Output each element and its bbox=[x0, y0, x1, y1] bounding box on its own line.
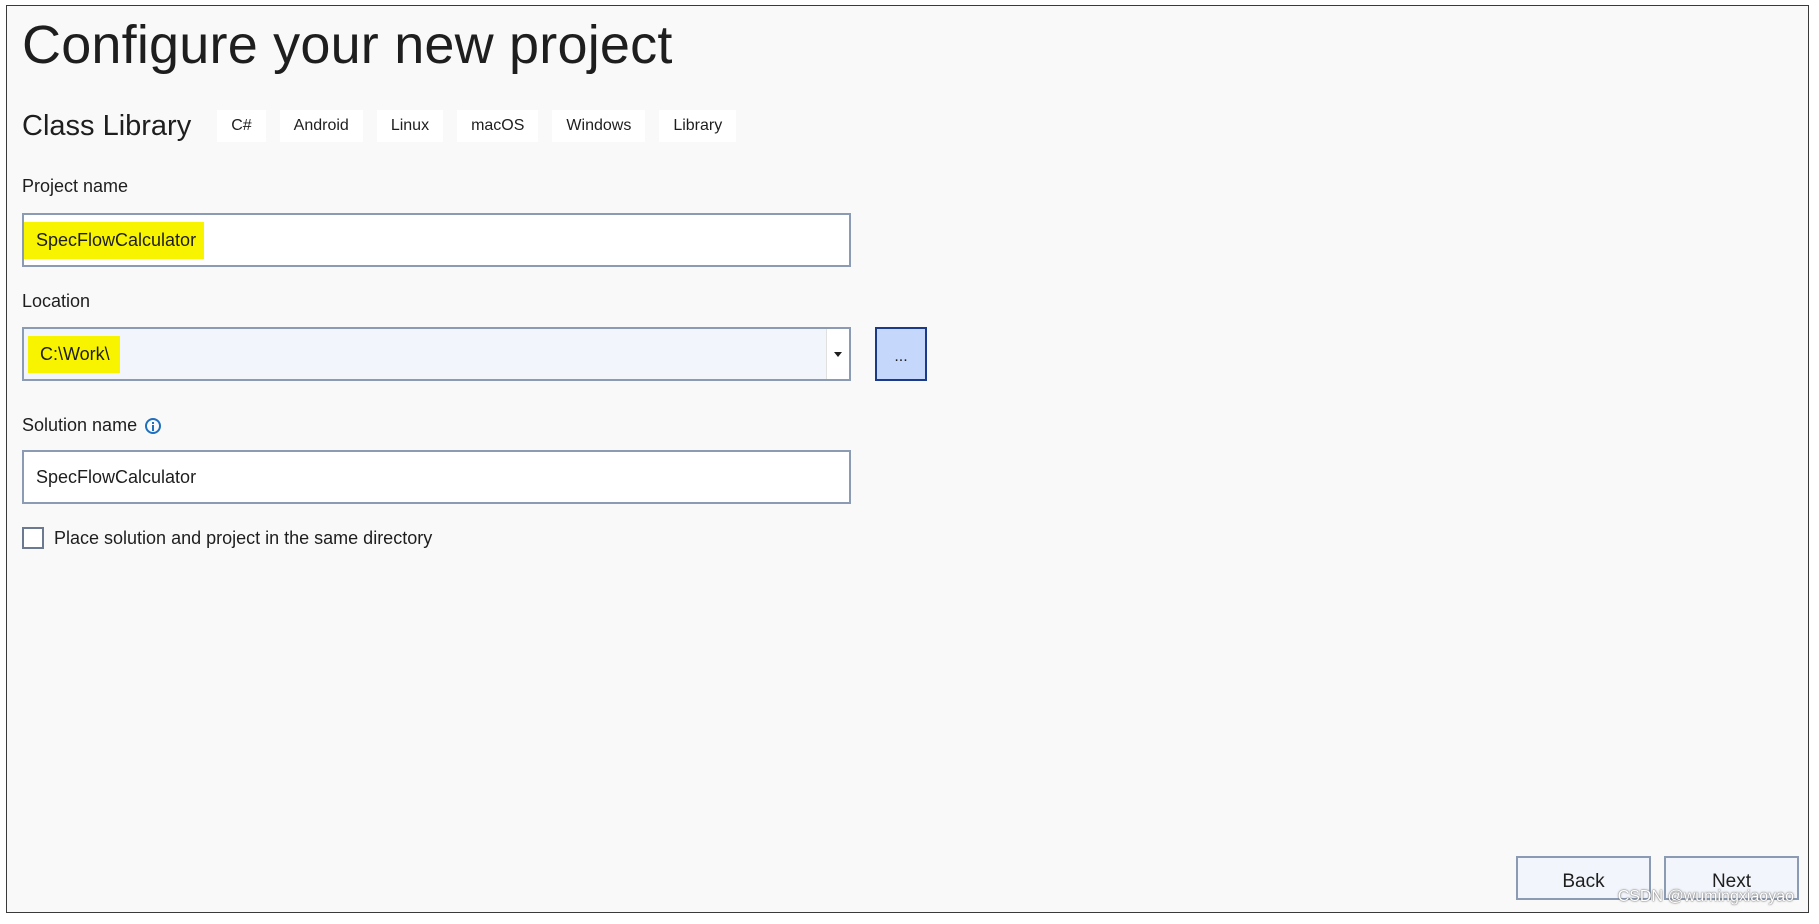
dialog-window: Configure your new project Class Library… bbox=[6, 5, 1809, 913]
page-title: Configure your new project bbox=[22, 15, 673, 75]
project-name-value-wrap: SpecFlowCalculator bbox=[24, 215, 205, 265]
location-value: C:\Work\ bbox=[28, 335, 120, 373]
chevron-down-icon[interactable] bbox=[826, 329, 849, 379]
template-info: Class Library C# Android Linux macOS Win… bbox=[22, 106, 750, 146]
project-name-input[interactable]: SpecFlowCalculator bbox=[22, 213, 851, 267]
location-label-text: Location bbox=[22, 291, 91, 311]
tag-platform-android: Android bbox=[279, 110, 363, 142]
same-directory-checkbox[interactable] bbox=[22, 527, 44, 549]
location-value-wrap: C:\Work\ bbox=[28, 329, 120, 379]
tag-platform-windows: Windows bbox=[552, 110, 646, 142]
location-label: Location bbox=[22, 291, 90, 312]
project-name-value: SpecFlowCalculator bbox=[24, 221, 205, 259]
info-icon[interactable] bbox=[145, 417, 162, 434]
tag-language: C# bbox=[217, 110, 266, 142]
same-directory-option[interactable]: Place solution and project in the same d… bbox=[22, 527, 432, 549]
watermark: CSDN @wumingxiaoyao bbox=[1617, 888, 1794, 905]
location-combobox[interactable]: C:\Work\ bbox=[22, 327, 851, 381]
tag-platform-macos: macOS bbox=[457, 110, 539, 142]
tag-project-type: Library bbox=[659, 110, 737, 142]
tag-platform-linux: Linux bbox=[376, 110, 444, 142]
same-directory-label: Place solution and project in the same d… bbox=[54, 527, 433, 548]
solution-name-label: Solution name bbox=[22, 415, 162, 436]
template-name: Class Library bbox=[22, 109, 192, 142]
project-name-label-text: Project name bbox=[22, 176, 129, 196]
solution-name-input[interactable]: SpecFlowCalculator bbox=[22, 450, 851, 504]
solution-name-value: SpecFlowCalculator bbox=[36, 466, 197, 487]
solution-name-label-text: Solution name bbox=[22, 415, 138, 435]
browse-button[interactable]: ... bbox=[875, 327, 927, 381]
project-name-label: Project name bbox=[22, 176, 128, 197]
